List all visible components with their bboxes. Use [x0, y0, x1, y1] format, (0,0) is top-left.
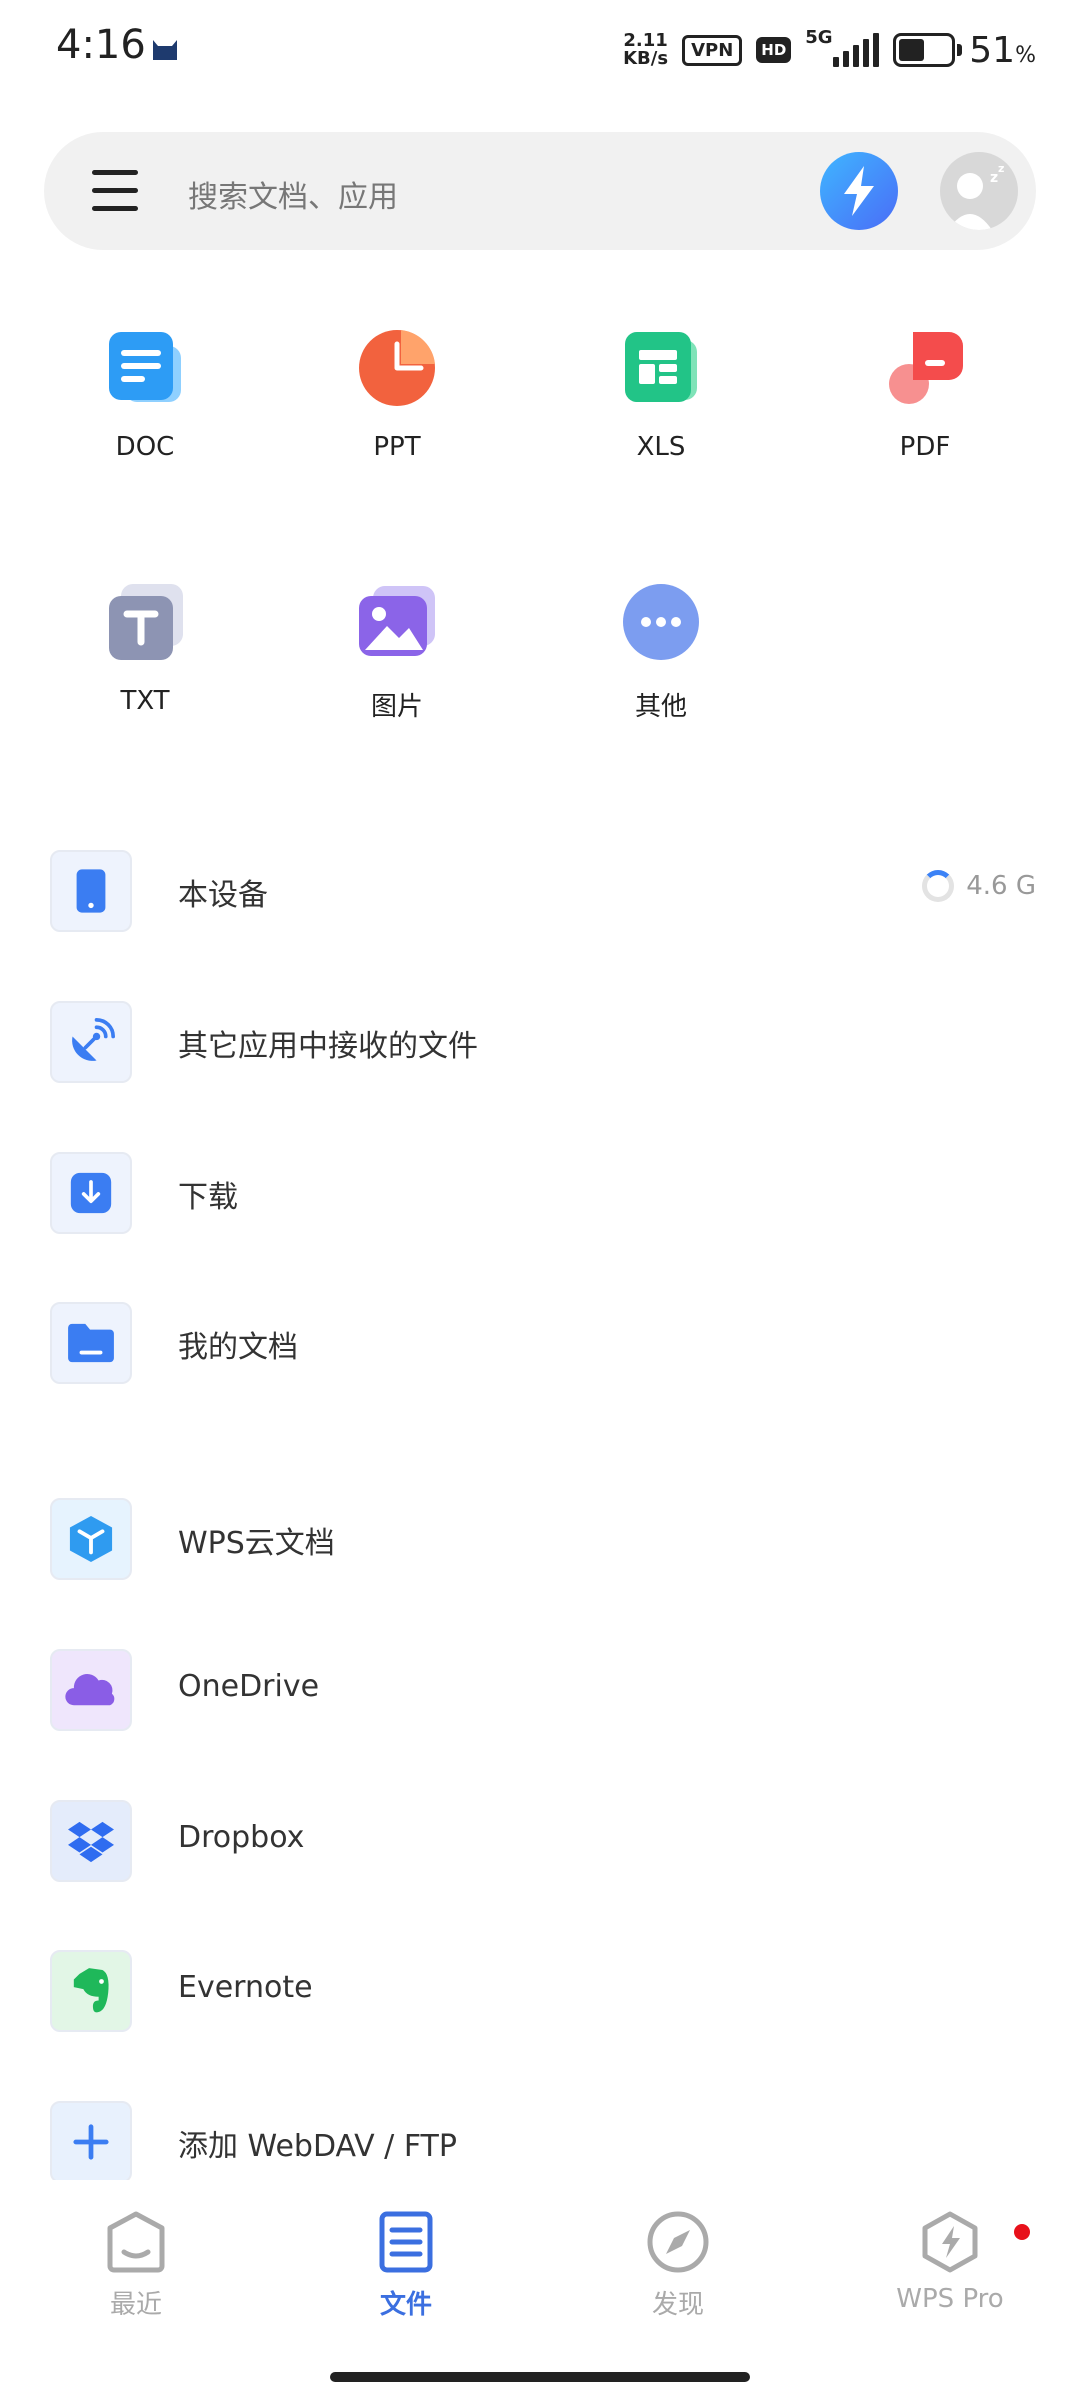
- category-label: PPT: [373, 432, 421, 462]
- bottom-nav: 最近 文件 发现 WPS Pro: [0, 2180, 1080, 2400]
- location-download[interactable]: 下载: [0, 1136, 1080, 1246]
- status-bar: 4:16 2.11 KB/s VPN HD 5G 51%: [0, 0, 1080, 96]
- category-txt[interactable]: TXT: [65, 580, 225, 716]
- dropbox-icon: [50, 1800, 132, 1882]
- tab-discover[interactable]: 发现: [578, 2210, 778, 2321]
- category-ppt[interactable]: PPT: [317, 326, 477, 462]
- sleeping-user-icon: z z: [948, 162, 1004, 230]
- category-pdf[interactable]: PDF: [845, 326, 1005, 462]
- cloud-label: Evernote: [178, 1970, 313, 2005]
- location-label: 下载: [178, 1180, 238, 1215]
- lightning-button[interactable]: [820, 152, 898, 230]
- onedrive-icon: [50, 1649, 132, 1731]
- category-label: XLS: [636, 432, 686, 462]
- vpn-badge: VPN: [682, 34, 743, 66]
- cloud-label: Dropbox: [178, 1820, 305, 1855]
- file-icon: [374, 2210, 438, 2274]
- compass-icon: [646, 2210, 710, 2274]
- cloud-wps[interactable]: WPS云文档: [0, 1482, 1080, 1592]
- ppt-icon: [355, 326, 439, 410]
- menu-icon[interactable]: [92, 170, 138, 212]
- cat-notification-icon: [153, 40, 177, 60]
- category-label: 图片: [370, 692, 423, 722]
- location-received-files[interactable]: 其它应用中接收的文件: [0, 985, 1080, 1095]
- tab-label: 文件: [379, 2290, 432, 2320]
- category-label: DOC: [115, 432, 175, 462]
- signal-icon: 5G: [805, 27, 880, 67]
- storage-size: 4.6 G: [966, 871, 1036, 901]
- cloud-label: OneDrive: [178, 1669, 320, 1704]
- cloud-dropbox[interactable]: Dropbox: [0, 1784, 1080, 1894]
- folder-icon: [50, 1302, 132, 1384]
- category-xls[interactable]: XLS: [581, 326, 741, 462]
- txt-icon: [103, 580, 187, 664]
- category-label: TXT: [120, 686, 170, 716]
- status-time: 4:16: [56, 22, 146, 68]
- cloud-evernote[interactable]: Evernote: [0, 1934, 1080, 2044]
- category-label: 其他: [634, 692, 687, 722]
- evernote-icon: [50, 1950, 132, 2032]
- wps-cloud-icon: [50, 1498, 132, 1580]
- search-input[interactable]: 搜索文档、应用: [188, 172, 398, 216]
- download-icon: [50, 1152, 132, 1234]
- tab-recent[interactable]: 最近: [36, 2210, 236, 2321]
- svg-text:z: z: [990, 170, 998, 186]
- tab-files[interactable]: 文件: [306, 2210, 506, 2321]
- pdf-icon: [883, 326, 967, 410]
- avatar[interactable]: z z: [940, 152, 1018, 230]
- battery-icon: [893, 33, 963, 67]
- location-label: 其它应用中接收的文件: [178, 1029, 478, 1064]
- lightning-icon: [844, 166, 874, 216]
- category-label: PDF: [899, 432, 951, 462]
- category-more[interactable]: 其他: [581, 580, 741, 723]
- home-indicator[interactable]: [330, 2372, 750, 2382]
- net-speed-unit: KB/s: [623, 48, 669, 69]
- battery-fill: [899, 39, 924, 61]
- status-indicators: 2.11 KB/s VPN HD 5G 51%: [623, 24, 1036, 76]
- phone-icon: [50, 850, 132, 932]
- category-image[interactable]: 图片: [317, 580, 477, 723]
- battery-percent: 51%: [969, 29, 1036, 71]
- add-icon: [50, 2101, 132, 2183]
- hd-badge: HD: [756, 37, 792, 63]
- cloud-add-webdav-ftp[interactable]: 添加 WebDAV / FTP: [0, 2085, 1080, 2195]
- net-speed: 2.11 KB/s: [623, 32, 668, 68]
- category-doc[interactable]: DOC: [65, 326, 225, 462]
- more-icon: [619, 580, 703, 664]
- location-my-documents[interactable]: 我的文档: [0, 1286, 1080, 1396]
- doc-icon: [103, 326, 187, 410]
- tab-label: 发现: [651, 2290, 704, 2320]
- tab-label: WPS Pro: [896, 2284, 1004, 2314]
- notification-dot: [1014, 2224, 1030, 2240]
- satellite-icon: [50, 1001, 132, 1083]
- location-label: 本设备: [178, 878, 268, 913]
- svg-text:z: z: [998, 162, 1004, 175]
- wps-pro-icon: [918, 2210, 982, 2274]
- storage-ring-icon: [922, 870, 955, 902]
- cloud-onedrive[interactable]: OneDrive: [0, 1633, 1080, 1743]
- xls-icon: [619, 326, 703, 410]
- recent-icon: [104, 2210, 168, 2274]
- storage-indicator: 4.6 G: [922, 870, 1036, 902]
- cloud-label: WPS云文档: [178, 1526, 335, 1561]
- search-bar[interactable]: 搜索文档、应用 z z: [44, 132, 1036, 250]
- cloud-label: 添加 WebDAV / FTP: [178, 2129, 457, 2164]
- location-this-device[interactable]: 本设备 4.6 G: [0, 834, 1080, 944]
- tab-label: 最近: [109, 2290, 162, 2320]
- network-type: 5G: [805, 27, 833, 48]
- image-icon: [355, 580, 439, 664]
- location-label: 我的文档: [178, 1330, 298, 1365]
